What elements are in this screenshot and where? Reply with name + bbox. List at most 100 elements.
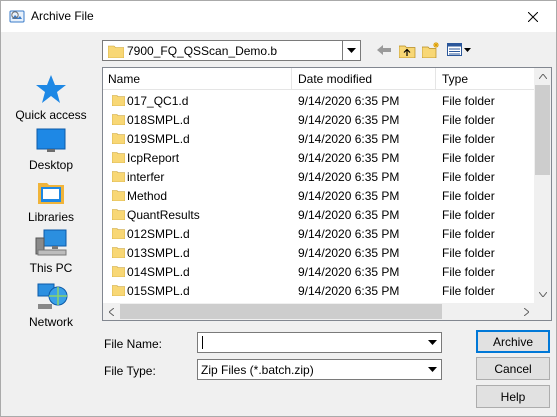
back-button[interactable] — [375, 40, 393, 60]
horizontal-scroll-thumb[interactable] — [120, 304, 442, 319]
place-this-pc[interactable]: This PC — [15, 228, 87, 275]
scroll-right-button[interactable] — [518, 303, 535, 320]
file-name-cell: QuantResults — [127, 208, 200, 222]
scroll-left-button[interactable] — [103, 303, 120, 320]
file-name-cell: IcpReport — [127, 151, 180, 165]
file-type-label: File Type: — [104, 364, 156, 378]
folder-icon — [111, 189, 126, 204]
desktop-icon — [36, 128, 66, 152]
look-in-combo[interactable]: 7900_FQ_QSScan_Demo.b — [102, 40, 361, 61]
window-title: Archive File — [31, 9, 94, 23]
file-row[interactable]: 013SMPL.d 9/14/2020 6:35 PM File folder — [103, 243, 535, 262]
folder-icon — [111, 170, 126, 185]
folder-icon — [111, 246, 126, 261]
folder-icon — [111, 113, 126, 128]
file-name-combo[interactable] — [197, 332, 442, 353]
place-libraries[interactable]: Libraries — [15, 177, 87, 224]
folder-icon — [107, 44, 125, 61]
file-date-cell: 9/14/2020 6:35 PM — [298, 227, 400, 241]
close-button[interactable] — [510, 1, 556, 32]
file-date-cell: 9/14/2020 6:35 PM — [298, 151, 400, 165]
file-date-cell: 9/14/2020 6:35 PM — [298, 208, 400, 222]
file-type-cell: File folder — [442, 265, 495, 279]
cancel-button[interactable]: Cancel — [476, 357, 550, 380]
file-type-cell: File folder — [442, 113, 495, 127]
folder-icon — [111, 265, 126, 280]
archive-file-dialog: Archive File 7900_FQ_QSScan_Demo.b Quick… — [0, 0, 557, 417]
back-arrow-icon — [377, 45, 391, 55]
file-list-header: Name Date modified Type — [103, 68, 535, 90]
folder-icon — [111, 94, 126, 109]
file-date-cell: 9/14/2020 6:35 PM — [298, 94, 400, 108]
up-folder-icon — [398, 45, 415, 58]
help-button[interactable]: Help — [476, 385, 550, 408]
file-type-cell: File folder — [442, 227, 495, 241]
look-in-value: 7900_FQ_QSScan_Demo.b — [127, 44, 278, 58]
place-label: Quick access — [15, 108, 87, 122]
place-quick-access[interactable]: Quick access — [15, 73, 87, 122]
file-type-dropdown-button[interactable] — [424, 360, 441, 379]
file-name-dropdown-button[interactable] — [424, 333, 441, 352]
scroll-up-button[interactable] — [534, 68, 551, 85]
column-header-type[interactable]: Type — [442, 72, 468, 86]
horizontal-scrollbar[interactable] — [103, 303, 535, 320]
place-label: Desktop — [28, 158, 74, 172]
column-header-name[interactable]: Name — [108, 72, 140, 86]
look-in-dropdown-button[interactable] — [342, 41, 360, 60]
place-label: This PC — [29, 261, 73, 275]
folder-icon — [111, 284, 126, 299]
vertical-scrollbar[interactable] — [534, 68, 551, 303]
libraries-icon — [38, 183, 64, 204]
file-row[interactable]: QuantResults 9/14/2020 6:35 PM File folder — [103, 205, 535, 224]
vertical-scroll-thumb[interactable] — [535, 85, 550, 175]
view-menu-button[interactable] — [446, 40, 472, 60]
file-type-cell: File folder — [442, 170, 495, 184]
file-name-cell: 014SMPL.d — [127, 265, 190, 279]
star-icon — [36, 75, 66, 103]
close-icon — [528, 11, 538, 22]
file-row[interactable]: 015SMPL.d 9/14/2020 6:35 PM File folder — [103, 281, 535, 300]
archive-button[interactable]: Archive — [476, 330, 550, 353]
file-date-cell: 9/14/2020 6:35 PM — [298, 246, 400, 260]
view-menu-icon — [447, 43, 471, 56]
file-rows: 017_QC1.d 9/14/2020 6:35 PM File folder 018… — [103, 91, 535, 300]
file-name-cell: interfer — [127, 170, 165, 184]
column-divider[interactable] — [291, 68, 292, 90]
up-folder-button[interactable] — [397, 40, 417, 60]
file-row[interactable]: Method 9/14/2020 6:35 PM File folder — [103, 186, 535, 205]
file-type-cell: File folder — [442, 246, 495, 260]
title-bar[interactable]: Archive File — [1, 1, 556, 32]
file-row[interactable]: 012SMPL.d 9/14/2020 6:35 PM File folder — [103, 224, 535, 243]
file-list[interactable]: Name Date modified Type 017_QC1.d 9/14/20… — [102, 67, 552, 321]
file-type-cell: File folder — [442, 132, 495, 146]
file-date-cell: 9/14/2020 6:35 PM — [298, 189, 400, 203]
file-type-cell: File folder — [442, 189, 495, 203]
file-date-cell: 9/14/2020 6:35 PM — [298, 132, 400, 146]
column-header-date[interactable]: Date modified — [298, 72, 372, 86]
place-label: Network — [28, 315, 73, 329]
file-row[interactable]: 017_QC1.d 9/14/2020 6:35 PM File folder — [103, 91, 535, 110]
file-name-cell: 019SMPL.d — [127, 132, 190, 146]
place-network[interactable]: Network — [15, 280, 87, 329]
chevron-down-icon — [428, 340, 437, 345]
file-name-cell: 017_QC1.d — [127, 94, 189, 108]
folder-icon — [111, 132, 126, 147]
column-divider[interactable] — [435, 68, 436, 90]
network-icon — [37, 283, 68, 309]
file-row[interactable]: 019SMPL.d 9/14/2020 6:35 PM File folder — [103, 129, 535, 148]
place-label: Libraries — [27, 210, 75, 224]
file-row[interactable]: interfer 9/14/2020 6:35 PM File folder — [103, 167, 535, 186]
file-type-cell: File folder — [442, 284, 495, 298]
file-type-cell: File folder — [442, 208, 495, 222]
file-name-cell: Method — [127, 189, 168, 203]
file-row[interactable]: IcpReport 9/14/2020 6:35 PM File folder — [103, 148, 535, 167]
scroll-down-button[interactable] — [534, 286, 551, 303]
file-type-combo[interactable]: Zip Files (*.batch.zip) — [197, 359, 442, 380]
file-type-value: Zip Files (*.batch.zip) — [201, 363, 314, 377]
file-row[interactable]: 014SMPL.d 9/14/2020 6:35 PM File folder — [103, 262, 535, 281]
folder-icon — [111, 227, 126, 242]
place-desktop[interactable]: Desktop — [15, 127, 87, 172]
new-folder-button[interactable] — [421, 40, 441, 60]
chevron-right-icon — [524, 307, 529, 316]
file-row[interactable]: 018SMPL.d 9/14/2020 6:35 PM File folder — [103, 110, 535, 129]
